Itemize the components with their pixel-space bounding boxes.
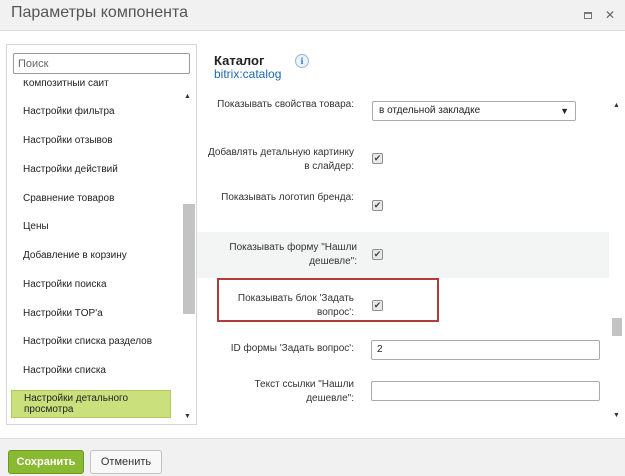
sections-scrollbar[interactable]: ▲ ▼ [182,80,195,424]
property-row-highlighted: Показывать форму "Нашли дешевле": ✔ [197,232,609,278]
list-item[interactable]: Добавление в корзину [23,250,127,261]
component-code: bitrix:catalog [214,67,282,81]
property-row: Показывать свойства товара: в отдельной … [197,94,609,132]
list-item[interactable]: Сравнение товаров [23,193,114,204]
save-button[interactable]: Сохранить [8,450,84,474]
dropdown-arrow-icon: ▼ [560,106,569,116]
list-item[interactable]: Настройки фильтра [23,106,115,117]
property-label: Текст ссылки "Нашли дешевле": [254,379,355,404]
scroll-down-icon[interactable]: ▼ [184,413,191,420]
found-cheaper-link-text-input[interactable] [371,381,600,401]
property-label: Показывать свойства товара: [217,99,354,110]
brand-logo-checkbox[interactable]: ✔ [372,200,383,211]
list-item[interactable]: Настройки списка разделов [23,336,152,347]
maximize-icon[interactable] [582,9,594,21]
property-label: ID формы 'Задать вопрос': [230,343,354,354]
list-item[interactable]: Настройки отзывов [23,135,113,146]
list-item[interactable]: Композитный сайт [23,80,109,89]
properties-panel: Каталог i bitrix:catalog Показывать свой… [197,44,625,425]
found-cheaper-form-checkbox[interactable]: ✔ [372,249,383,260]
property-label: Показывать логотип бренда: [221,192,354,203]
list-item-active[interactable]: Настройки детального просмотра [11,390,171,418]
cancel-button[interactable]: Отменить [90,450,162,474]
property-row: ID формы 'Задать вопрос': 2 [197,332,609,366]
scroll-thumb[interactable] [183,204,195,314]
list-item[interactable]: Цены [23,221,49,232]
property-row: Текст ссылки "Нашли дешевле": [197,370,609,422]
window-title: Параметры компонента [11,4,188,21]
property-row: Показывать логотип бренда: ✔ [197,184,609,224]
property-row: Добавлять детальную картинку в слайдер: … [197,136,609,176]
list-item[interactable]: Настройки поиска [23,279,107,290]
dialog-footer: Сохранить Отменить [0,438,625,476]
close-icon[interactable]: ✕ [604,9,616,21]
ask-question-form-id-input[interactable]: 2 [371,340,600,360]
show-properties-select[interactable]: в отдельной закладке ▼ [372,101,576,121]
scroll-up-icon[interactable]: ▲ [184,93,191,100]
select-value: в отдельной закладке [379,105,481,116]
list-item[interactable]: Настройки списка [23,365,106,376]
list-item[interactable]: Настройки TOP'а [23,308,103,319]
properties-scrollbar[interactable]: ▲ ▼ [611,94,623,424]
list-item[interactable]: Настройки действий [23,164,118,175]
sections-panel: Композитный сайт Настройки фильтра Настр… [6,44,197,425]
properties-list: Показывать свойства товара: в отдельной … [197,94,609,424]
property-label: Показывать форму "Нашли дешевле": [229,242,357,267]
sections-list: Композитный сайт Настройки фильтра Настр… [7,80,179,424]
detail-picture-slider-checkbox[interactable]: ✔ [372,153,383,164]
scroll-up-icon[interactable]: ▲ [613,102,620,109]
component-title: Каталог [214,53,265,68]
info-icon[interactable]: i [295,54,309,68]
highlight-frame [217,278,439,322]
scroll-down-icon[interactable]: ▼ [613,412,620,419]
search-input[interactable] [13,53,190,74]
window-titlebar: Параметры компонента ✕ [0,0,625,31]
property-label: Добавлять детальную картинку в слайдер: [207,147,354,172]
scroll-thumb[interactable] [612,318,622,336]
